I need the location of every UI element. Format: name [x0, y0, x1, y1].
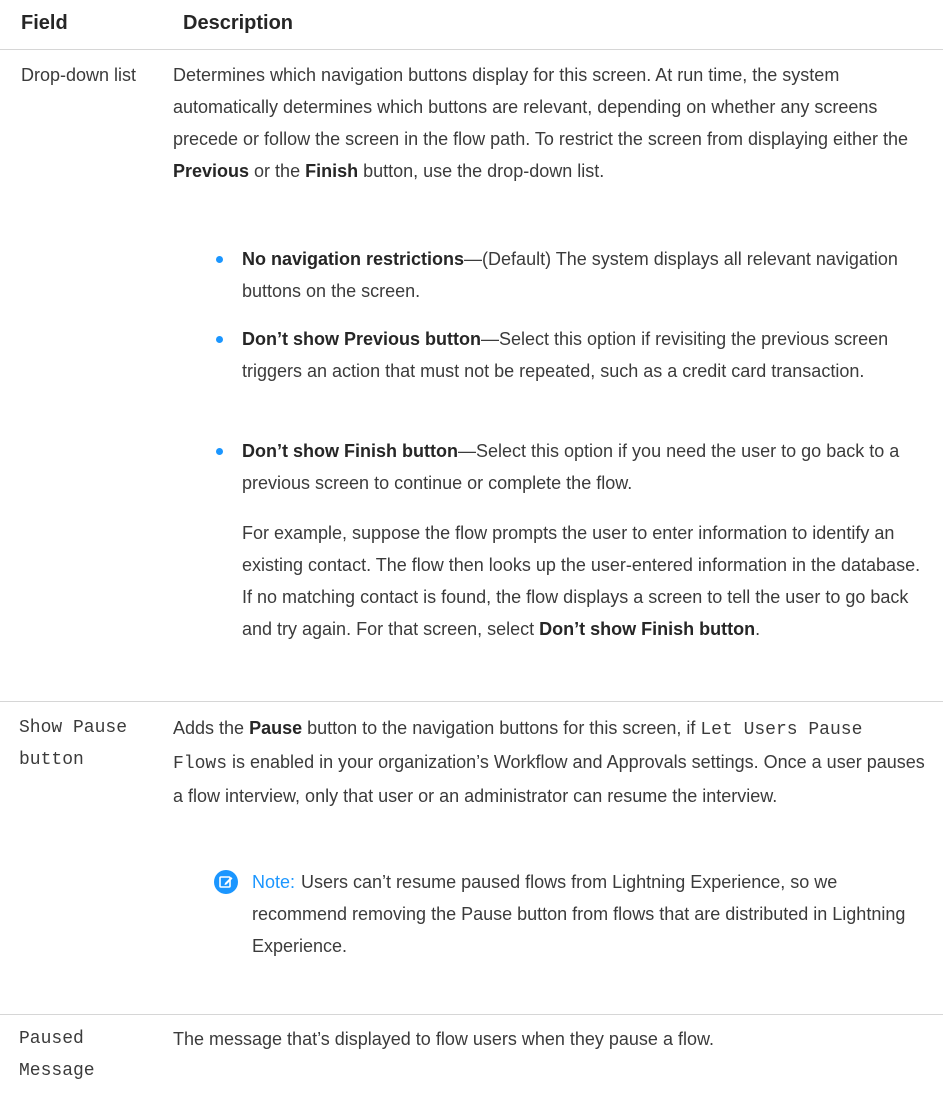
note-label: Note:	[252, 872, 296, 892]
description-intro: Determines which navigation buttons disp…	[173, 65, 909, 181]
field-name: Paused Message	[19, 1029, 95, 1081]
edit-note-icon	[214, 870, 238, 894]
table-header: Field Description	[0, 0, 943, 50]
note-text: Users can’t resume paused flows from Lig…	[252, 872, 906, 956]
table-row-drop-down-list: Drop-down list Determines which navigati…	[0, 49, 943, 701]
description-cell: Determines which navigation buttons disp…	[173, 59, 925, 187]
table-row-show-pause-button: Show Pause button Adds the Pause button …	[0, 702, 943, 1014]
table-row-paused-message: Paused Message The message that’s displa…	[0, 1015, 943, 1101]
bullet-icon	[216, 336, 223, 343]
finish-term: Finish	[305, 161, 359, 181]
field-name: Show Pause button	[19, 718, 128, 770]
previous-term: Previous	[173, 161, 250, 181]
bullet-icon	[216, 256, 223, 263]
bullet-icon	[216, 448, 223, 455]
field-column-header: Field	[21, 12, 68, 34]
description-cell: Adds the Pause button to the navigation …	[173, 718, 925, 806]
field-name: Drop-down list	[21, 65, 137, 85]
description-cell: The message that’s displayed to flow use…	[173, 1029, 714, 1049]
description-column-header: Description	[183, 12, 294, 34]
pause-term: Pause	[249, 718, 303, 738]
